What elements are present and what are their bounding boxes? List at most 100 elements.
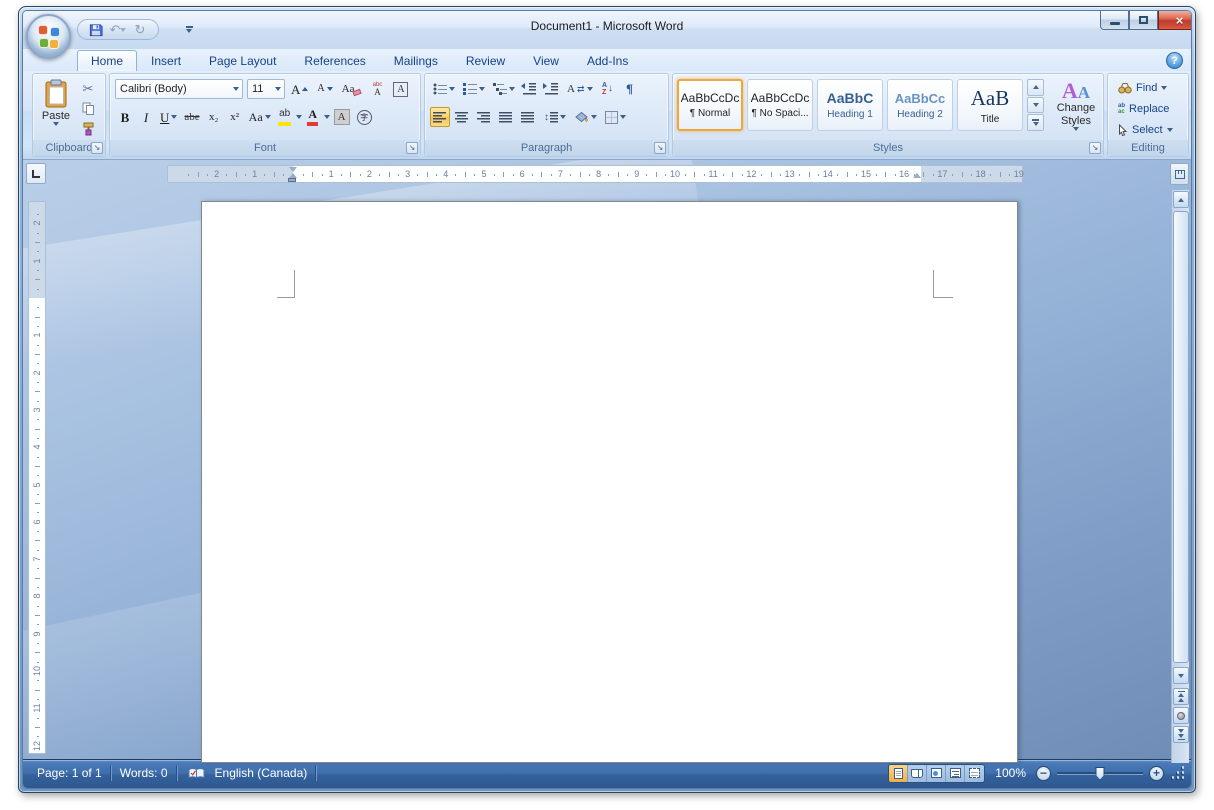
tab-home[interactable]: Home bbox=[77, 50, 137, 71]
word-count-status[interactable]: Words: 0 bbox=[114, 766, 174, 780]
tab-stop-selector-button[interactable] bbox=[26, 163, 46, 184]
bold-button[interactable]: B bbox=[115, 107, 135, 127]
italic-button[interactable]: I bbox=[136, 107, 156, 127]
style-heading-1[interactable]: AaBbC Heading 1 bbox=[817, 79, 883, 131]
tab-mailings[interactable]: Mailings bbox=[380, 50, 452, 71]
font-family-combo[interactable]: Calibri (Body) bbox=[115, 79, 243, 99]
sort-button[interactable]: AZ↓ bbox=[598, 79, 618, 99]
print-layout-view-button[interactable] bbox=[889, 765, 908, 782]
font-dialog-launcher[interactable]: ↘ bbox=[406, 142, 418, 154]
superscript-button[interactable]: x² bbox=[225, 107, 245, 127]
paste-button[interactable]: Paste bbox=[37, 78, 75, 140]
style-title[interactable]: AaB Title bbox=[957, 79, 1023, 131]
proofing-status-icon[interactable] bbox=[188, 767, 205, 780]
shrink-font-button[interactable]: A bbox=[314, 79, 335, 99]
resize-grip[interactable] bbox=[1172, 767, 1185, 780]
multilevel-list-button[interactable] bbox=[490, 79, 518, 99]
font-color-dropdown-icon[interactable] bbox=[324, 115, 330, 119]
subscript-button[interactable]: x₂ bbox=[204, 107, 224, 127]
language-status[interactable]: English (Canada) bbox=[209, 766, 314, 780]
vertical-ruler[interactable]: 21123456789101112 bbox=[28, 201, 46, 754]
borders-button[interactable] bbox=[602, 107, 629, 127]
highlight-dropdown-icon[interactable] bbox=[296, 115, 302, 119]
change-styles-button[interactable]: AA Change Styles bbox=[1049, 77, 1103, 137]
font-size-combo[interactable]: 11 bbox=[247, 79, 285, 99]
save-icon[interactable] bbox=[86, 21, 106, 38]
paragraph-dialog-launcher[interactable]: ↘ bbox=[654, 142, 666, 154]
outline-view-button[interactable] bbox=[946, 765, 965, 782]
zoom-slider-thumb[interactable] bbox=[1096, 767, 1105, 780]
align-center-button[interactable] bbox=[452, 107, 472, 127]
draft-view-button[interactable] bbox=[965, 765, 984, 782]
format-painter-button[interactable] bbox=[77, 120, 99, 138]
character-border-button[interactable]: A bbox=[390, 79, 411, 99]
previous-page-button[interactable] bbox=[1173, 688, 1189, 705]
document-page[interactable] bbox=[201, 201, 1018, 763]
customize-qat-button[interactable] bbox=[181, 21, 197, 38]
justify-button[interactable] bbox=[496, 107, 516, 127]
close-button[interactable]: × bbox=[1158, 11, 1192, 30]
line-spacing-button[interactable]: ↕ bbox=[541, 107, 569, 127]
redo-icon[interactable]: ↻ bbox=[130, 21, 150, 38]
phonetic-guide-button[interactable]: abcA bbox=[367, 79, 387, 99]
zoom-slider[interactable] bbox=[1057, 772, 1143, 775]
shading-button[interactable] bbox=[571, 107, 600, 127]
tab-insert[interactable]: Insert bbox=[137, 50, 195, 71]
office-button[interactable] bbox=[26, 14, 71, 59]
underline-button[interactable]: U bbox=[157, 107, 180, 127]
help-button[interactable]: ? bbox=[1166, 52, 1183, 69]
find-button[interactable]: Find bbox=[1114, 79, 1177, 97]
style-normal[interactable]: AaBbCcDc ¶ Normal bbox=[677, 79, 743, 131]
horizontal-ruler[interactable]: 2112345678910111213141516171819 bbox=[167, 165, 1023, 183]
scrollbar-thumb[interactable] bbox=[1173, 211, 1189, 663]
decrease-indent-button[interactable] bbox=[520, 79, 540, 99]
cut-button[interactable]: ✂ bbox=[77, 80, 99, 98]
character-shading-button[interactable]: A bbox=[331, 107, 353, 127]
scroll-down-button[interactable] bbox=[1173, 667, 1189, 684]
undo-icon[interactable]: ↶ bbox=[108, 21, 128, 38]
page-number-status[interactable]: Page: 1 of 1 bbox=[31, 766, 108, 780]
styles-gallery-more-button[interactable] bbox=[1027, 114, 1044, 131]
font-color-button[interactable]: A bbox=[303, 107, 323, 127]
tab-page-layout[interactable]: Page Layout bbox=[195, 50, 290, 71]
styles-scroll-up-button[interactable] bbox=[1027, 79, 1044, 96]
right-indent-marker[interactable] bbox=[913, 173, 921, 178]
strikethrough-button[interactable]: abe bbox=[181, 107, 202, 127]
title-bar[interactable]: Document1 - Microsoft Word ↶ ↻ × bbox=[23, 11, 1191, 49]
clipboard-dialog-launcher[interactable]: ↘ bbox=[91, 142, 103, 154]
full-screen-reading-view-button[interactable] bbox=[908, 765, 927, 782]
tab-add-ins[interactable]: Add-Ins bbox=[573, 50, 642, 71]
tab-references[interactable]: References bbox=[290, 50, 379, 71]
zoom-level[interactable]: 100% bbox=[995, 766, 1026, 780]
numbering-button[interactable] bbox=[460, 79, 488, 99]
increase-indent-button[interactable] bbox=[542, 79, 562, 99]
next-page-button[interactable] bbox=[1173, 726, 1189, 743]
left-indent-marker[interactable] bbox=[288, 178, 296, 182]
view-ruler-toggle-button[interactable] bbox=[1170, 163, 1189, 185]
align-right-button[interactable] bbox=[474, 107, 494, 127]
clear-formatting-button[interactable]: Aa bbox=[339, 79, 365, 99]
select-browse-object-button[interactable] bbox=[1173, 707, 1189, 724]
tab-review[interactable]: Review bbox=[452, 50, 519, 71]
vertical-scrollbar[interactable] bbox=[1171, 190, 1189, 763]
minimize-button[interactable] bbox=[1100, 11, 1129, 30]
grow-font-button[interactable]: A bbox=[288, 79, 311, 99]
text-highlight-button[interactable]: ab bbox=[275, 107, 295, 127]
web-layout-view-button[interactable] bbox=[927, 765, 946, 782]
distribute-button[interactable] bbox=[518, 107, 539, 127]
restore-button[interactable] bbox=[1129, 11, 1158, 30]
first-line-indent-marker[interactable] bbox=[289, 167, 297, 172]
styles-dialog-launcher[interactable]: ↘ bbox=[1089, 142, 1101, 154]
enclose-characters-button[interactable]: 字 bbox=[354, 107, 375, 127]
copy-button[interactable] bbox=[77, 100, 99, 118]
replace-button[interactable]: abac Replace bbox=[1114, 100, 1177, 118]
styles-scroll-down-button[interactable] bbox=[1027, 97, 1044, 114]
style-heading-2[interactable]: AaBbCc Heading 2 bbox=[887, 79, 953, 131]
zoom-in-button[interactable]: + bbox=[1149, 766, 1164, 781]
asian-layout-button[interactable]: A⇄ bbox=[564, 79, 596, 99]
align-left-button[interactable] bbox=[430, 107, 450, 127]
tab-view[interactable]: View bbox=[519, 50, 573, 71]
scroll-up-button[interactable] bbox=[1173, 191, 1189, 208]
style-no-spacing[interactable]: AaBbCcDc ¶ No Spaci... bbox=[747, 79, 813, 131]
bullets-button[interactable] bbox=[430, 79, 458, 99]
